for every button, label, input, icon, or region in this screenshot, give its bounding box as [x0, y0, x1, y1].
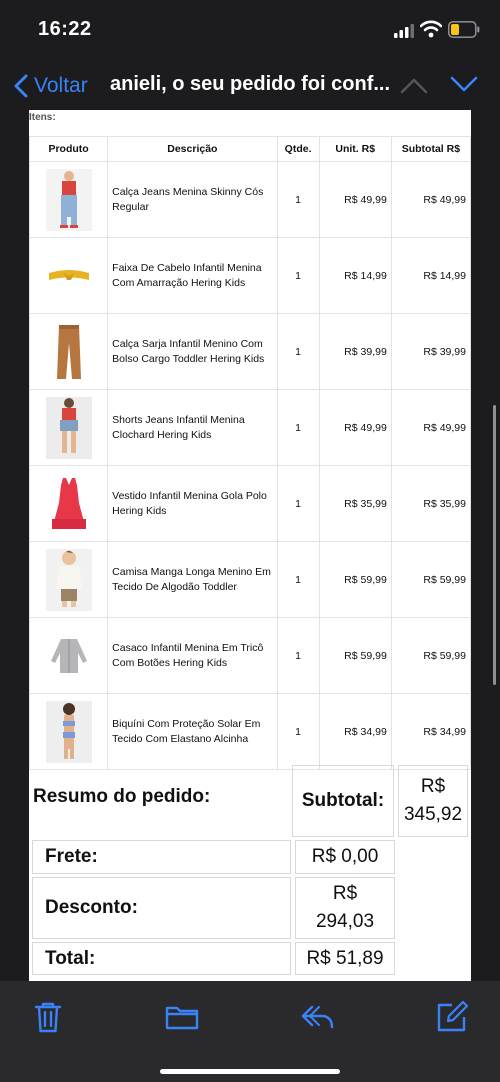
bottom-toolbar	[0, 981, 500, 1082]
product-subtotal: R$ 35,99	[390, 465, 471, 542]
email-body[interactable]: Itens: Produto Descrição Qtde. Unit. R$ …	[29, 110, 471, 981]
product-subtotal: R$ 49,99	[390, 161, 471, 238]
table-row: Biquíni Com Proteção Solar Em Tecido Com…	[29, 693, 471, 770]
table-row: Vestido Infantil Menina Gola Polo Hering…	[29, 465, 471, 542]
frete-label: Frete:	[32, 840, 291, 874]
product-subtotal: R$ 14,99	[390, 237, 471, 314]
table-row: Shorts Jeans Infantil Menina Clochard He…	[29, 389, 471, 466]
product-subtotal: R$ 49,99	[390, 389, 471, 466]
subtotal-value: R$ 345,92	[398, 765, 468, 837]
column-header-subtotal: Subtotal R$	[390, 136, 471, 162]
product-image-cell	[29, 161, 109, 238]
summary-title: Resumo do pedido:	[33, 786, 211, 807]
product-description: Calça Jeans Menina Skinny Cós Regular	[107, 161, 278, 238]
table-row: Calça Jeans Menina Skinny Cós Regular 1 R$…	[29, 161, 471, 238]
product-subtotal: R$ 39,99	[390, 313, 471, 390]
product-image-cell	[29, 389, 109, 466]
product-description: Shorts Jeans Infantil Menina Clochard He…	[107, 389, 278, 466]
status-bar: 16:22	[0, 0, 500, 60]
product-quantity: 1	[276, 617, 320, 694]
itens-label: Itens:	[29, 112, 56, 123]
home-indicator[interactable]	[160, 1069, 340, 1074]
product-description: Camisa Manga Longa Menino Em Tecido De A…	[107, 541, 278, 618]
order-summary: Resumo do pedido: Subtotal: R$ 345,92 Fr…	[29, 762, 471, 980]
column-header-descricao: Descrição	[107, 136, 278, 162]
desconto-label: Desconto:	[32, 877, 291, 939]
table-row: Camisa Manga Longa Menino Em Tecido De A…	[29, 541, 471, 618]
product-quantity: 1	[276, 541, 320, 618]
total-value: R$ 51,89	[295, 942, 395, 975]
wifi-icon	[420, 20, 442, 38]
product-image[interactable]	[45, 624, 92, 687]
product-image-cell	[29, 693, 109, 770]
product-image-cell	[29, 313, 109, 390]
product-image[interactable]	[45, 320, 92, 383]
product-image-cell	[29, 617, 109, 694]
product-unit-price: R$ 59,99	[318, 541, 392, 618]
product-unit-price: R$ 49,99	[318, 161, 392, 238]
compose-icon[interactable]	[434, 999, 470, 1035]
product-image-cell	[29, 541, 109, 618]
back-label: Voltar	[34, 74, 88, 97]
product-quantity: 1	[276, 161, 320, 238]
column-header-qtde: Qtde.	[276, 136, 320, 162]
product-image[interactable]	[45, 396, 92, 459]
product-subtotal: R$ 59,99	[390, 617, 471, 694]
back-button[interactable]: Voltar	[14, 72, 88, 100]
folder-icon[interactable]	[164, 999, 200, 1035]
product-quantity: 1	[276, 693, 320, 770]
product-unit-price: R$ 59,99	[318, 617, 392, 694]
frete-value: R$ 0,00	[295, 840, 395, 874]
battery-icon	[448, 21, 480, 38]
product-description: Calça Sarja Infantil Menino Com Bolso Ca…	[107, 313, 278, 390]
chevron-left-icon	[14, 74, 28, 98]
product-image-cell	[29, 237, 109, 314]
product-description: Biquíni Com Proteção Solar Em Tecido Com…	[107, 693, 278, 770]
signal-icon	[394, 24, 414, 38]
product-image[interactable]	[45, 472, 92, 535]
product-subtotal: R$ 59,99	[390, 541, 471, 618]
table-header-row: Produto Descrição Qtde. Unit. R$ Subtota…	[29, 136, 471, 162]
product-description: Faixa De Cabelo Infantil Menina Com Amar…	[107, 237, 278, 314]
product-unit-price: R$ 39,99	[318, 313, 392, 390]
navigation-bar: Voltar anieli, o seu pedido foi conf...	[0, 60, 500, 110]
table-row: Faixa De Cabelo Infantil Menina Com Amar…	[29, 237, 471, 314]
product-quantity: 1	[276, 465, 320, 542]
product-image-cell	[29, 465, 109, 542]
product-quantity: 1	[276, 237, 320, 314]
chevron-down-icon[interactable]	[450, 76, 478, 94]
trash-icon[interactable]	[30, 999, 66, 1035]
product-unit-price: R$ 14,99	[318, 237, 392, 314]
clock: 16:22	[38, 18, 92, 40]
product-unit-price: R$ 35,99	[318, 465, 392, 542]
table-row: Calça Sarja Infantil Menino Com Bolso Ca…	[29, 313, 471, 390]
table-row: Casaco Infantil Menina Em Tricô Com Botõ…	[29, 617, 471, 694]
order-items-table: Produto Descrição Qtde. Unit. R$ Subtota…	[29, 136, 471, 770]
product-quantity: 1	[276, 389, 320, 466]
product-unit-price: R$ 49,99	[318, 389, 392, 466]
product-image[interactable]	[45, 244, 92, 307]
total-label: Total:	[32, 942, 291, 975]
product-image[interactable]	[45, 548, 92, 611]
product-subtotal: R$ 34,99	[390, 693, 471, 770]
product-description: Casaco Infantil Menina Em Tricô Com Botõ…	[107, 617, 278, 694]
product-image[interactable]	[45, 700, 92, 763]
product-quantity: 1	[276, 313, 320, 390]
chevron-up-icon[interactable]	[400, 76, 428, 94]
scrollbar[interactable]	[493, 405, 496, 685]
product-unit-price: R$ 34,99	[318, 693, 392, 770]
desconto-value: R$ 294,03	[295, 877, 395, 939]
reply-icon[interactable]	[300, 999, 336, 1035]
product-image[interactable]	[45, 168, 92, 231]
column-header-produto: Produto	[29, 136, 109, 162]
subtotal-label: Subtotal:	[292, 765, 394, 837]
product-description: Vestido Infantil Menina Gola Polo Hering…	[107, 465, 278, 542]
email-subject-title: anieli, o seu pedido foi conf...	[110, 73, 391, 95]
column-header-unit: Unit. R$	[318, 136, 392, 162]
